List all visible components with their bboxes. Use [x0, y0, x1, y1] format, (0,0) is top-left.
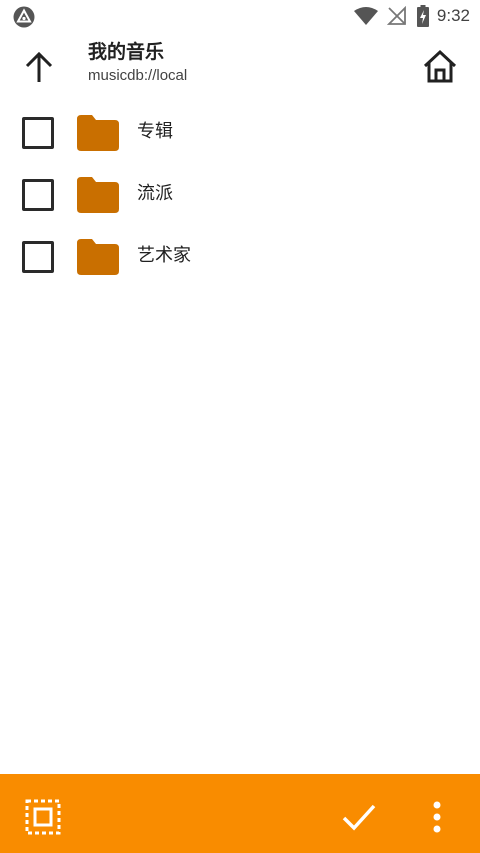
- status-bar: 9:32: [0, 0, 480, 32]
- item-label: 流派: [137, 183, 173, 204]
- page-subtitle: musicdb://local: [88, 67, 188, 84]
- page-title: 我的音乐: [88, 41, 165, 63]
- title-block: 我的音乐 musicdb://local: [88, 40, 187, 86]
- file-list: 专辑 流派 艺术家: [0, 102, 480, 288]
- item-label: 艺术家: [137, 245, 191, 266]
- select-all-icon: [25, 799, 61, 835]
- up-navigation-button[interactable]: [14, 42, 64, 92]
- folder-icon: [77, 239, 119, 275]
- no-signal-icon: [386, 6, 407, 26]
- battery-charging-icon: [416, 5, 429, 27]
- item-label: 专辑: [137, 121, 173, 142]
- clock: 9:32: [436, 6, 470, 25]
- list-item[interactable]: 流派: [0, 164, 480, 226]
- more-vert-icon: [433, 801, 441, 833]
- notification-app-icon: [13, 6, 35, 28]
- item-checkbox[interactable]: [22, 179, 54, 211]
- folder-icon: [77, 177, 119, 213]
- list-item[interactable]: 专辑: [0, 102, 480, 164]
- item-checkbox[interactable]: [22, 117, 54, 149]
- list-item[interactable]: 艺术家: [0, 226, 480, 288]
- select-all-button[interactable]: [24, 798, 62, 836]
- status-icons: 9:32: [353, 4, 470, 28]
- arrow-up-icon: [25, 51, 53, 82]
- toolbar: 我的音乐 musicdb://local: [0, 32, 480, 96]
- more-options-button[interactable]: [424, 798, 450, 836]
- home-button[interactable]: [414, 40, 466, 92]
- folder-icon: [77, 115, 119, 151]
- bottom-action-bar: [0, 774, 480, 853]
- home-icon: [423, 49, 457, 83]
- check-icon: [342, 804, 376, 831]
- confirm-button[interactable]: [338, 796, 380, 838]
- wifi-icon: [353, 6, 379, 26]
- item-checkbox[interactable]: [22, 241, 54, 273]
